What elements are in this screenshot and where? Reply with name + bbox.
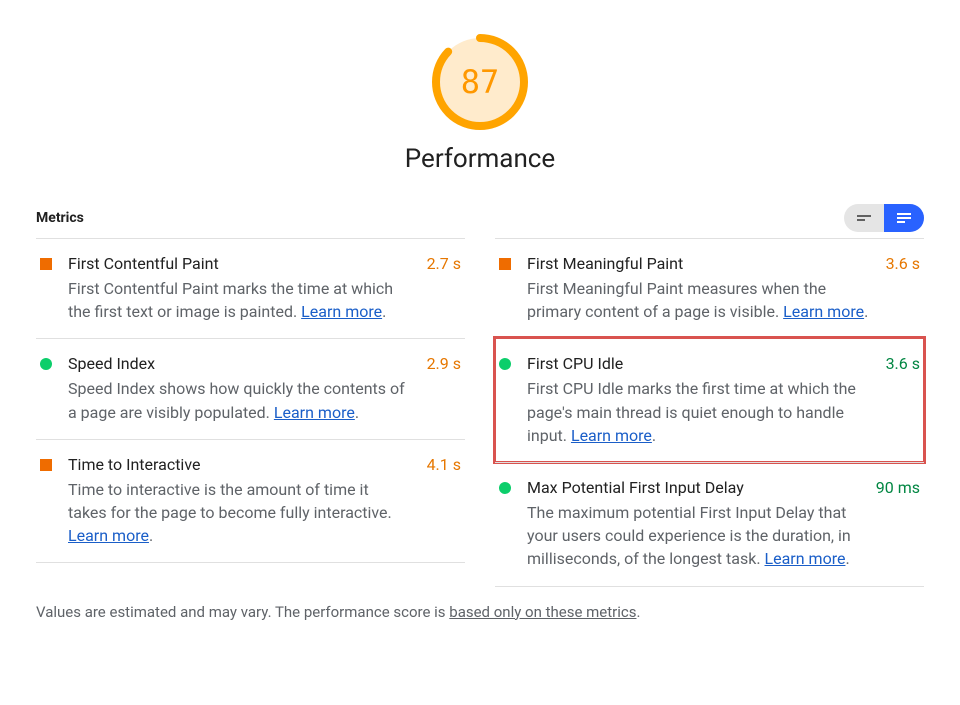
metric-title: First Meaningful Paint [527, 254, 870, 273]
metric-title: Max Potential First Input Delay [527, 478, 860, 497]
metrics-column-right: First Meaningful Paint First Meaningful P… [495, 238, 924, 587]
status-dot [40, 258, 52, 270]
metric-title: First CPU Idle [527, 354, 870, 373]
metric-value: 3.6 s [886, 254, 920, 323]
metric-description-text: First Meaningful Paint measures when the… [527, 279, 826, 321]
status-dot [499, 482, 511, 494]
metric-description: First CPU Idle marks the first time at w… [527, 377, 870, 447]
metrics-toolbar: Metrics [36, 204, 924, 232]
status-dot [40, 459, 52, 471]
metric-title: First Contentful Paint [68, 254, 411, 273]
view-toggle-compact[interactable] [844, 204, 884, 232]
learn-more-link[interactable]: Learn more [274, 403, 355, 422]
metric-body: Time to Interactive Time to interactive i… [68, 455, 411, 548]
metric-value: 4.1 s [427, 455, 461, 548]
view-toggle-expanded[interactable] [884, 204, 924, 232]
metric-card: First Meaningful Paint First Meaningful P… [495, 238, 924, 338]
metric-title: Time to Interactive [68, 455, 411, 474]
expanded-icon [897, 212, 911, 224]
score-gauge: 87 [430, 32, 530, 132]
compact-icon [857, 214, 871, 222]
metric-body: Max Potential First Input Delay The maxim… [527, 478, 860, 571]
category-title: Performance [405, 144, 555, 174]
metric-value: 3.6 s [886, 354, 920, 447]
score-value: 87 [430, 32, 530, 132]
metric-card: Time to Interactive Time to interactive i… [36, 439, 465, 564]
footnote-text-suffix: . [636, 603, 640, 621]
metric-description: First Contentful Paint marks the time at… [68, 277, 411, 323]
status-dot [40, 358, 52, 370]
metrics-heading: Metrics [36, 210, 84, 226]
footnote-text-prefix: Values are estimated and may vary. The p… [36, 603, 449, 621]
metric-description: First Meaningful Paint measures when the… [527, 277, 870, 323]
view-toggle [844, 204, 924, 232]
metric-card: Speed Index Speed Index shows how quickly… [36, 338, 465, 438]
learn-more-link[interactable]: Learn more [301, 302, 382, 321]
learn-more-link[interactable]: Learn more [68, 526, 149, 545]
metric-card: First CPU Idle First CPU Idle marks the f… [495, 338, 924, 462]
metric-body: First Contentful Paint First Contentful P… [68, 254, 411, 323]
metric-value: 90 ms [876, 478, 920, 571]
status-dot [499, 358, 511, 370]
metric-value: 2.9 s [427, 354, 461, 423]
metrics-grid: First Contentful Paint First Contentful P… [36, 238, 924, 587]
learn-more-link[interactable]: Learn more [783, 302, 864, 321]
performance-header: 87 Performance [0, 32, 960, 174]
learn-more-link[interactable]: Learn more [571, 426, 652, 445]
metric-body: First Meaningful Paint First Meaningful P… [527, 254, 870, 323]
status-dot [499, 258, 511, 270]
metric-description: Speed Index shows how quickly the conten… [68, 377, 411, 423]
learn-more-link[interactable]: Learn more [765, 549, 846, 568]
metric-description-text: Time to interactive is the amount of tim… [68, 480, 392, 522]
metric-value: 2.7 s [427, 254, 461, 323]
metric-body: First CPU Idle First CPU Idle marks the f… [527, 354, 870, 447]
metric-description-text: Speed Index shows how quickly the conten… [68, 379, 405, 421]
metric-description: The maximum potential First Input Delay … [527, 501, 860, 571]
metric-title: Speed Index [68, 354, 411, 373]
metrics-column-left: First Contentful Paint First Contentful P… [36, 238, 465, 587]
footnote: Values are estimated and may vary. The p… [36, 603, 924, 621]
footnote-link[interactable]: based only on these metrics [449, 603, 636, 621]
metric-description: Time to interactive is the amount of tim… [68, 478, 411, 548]
metric-body: Speed Index Speed Index shows how quickly… [68, 354, 411, 423]
metric-card: First Contentful Paint First Contentful P… [36, 238, 465, 338]
metric-card: Max Potential First Input Delay The maxim… [495, 462, 924, 587]
